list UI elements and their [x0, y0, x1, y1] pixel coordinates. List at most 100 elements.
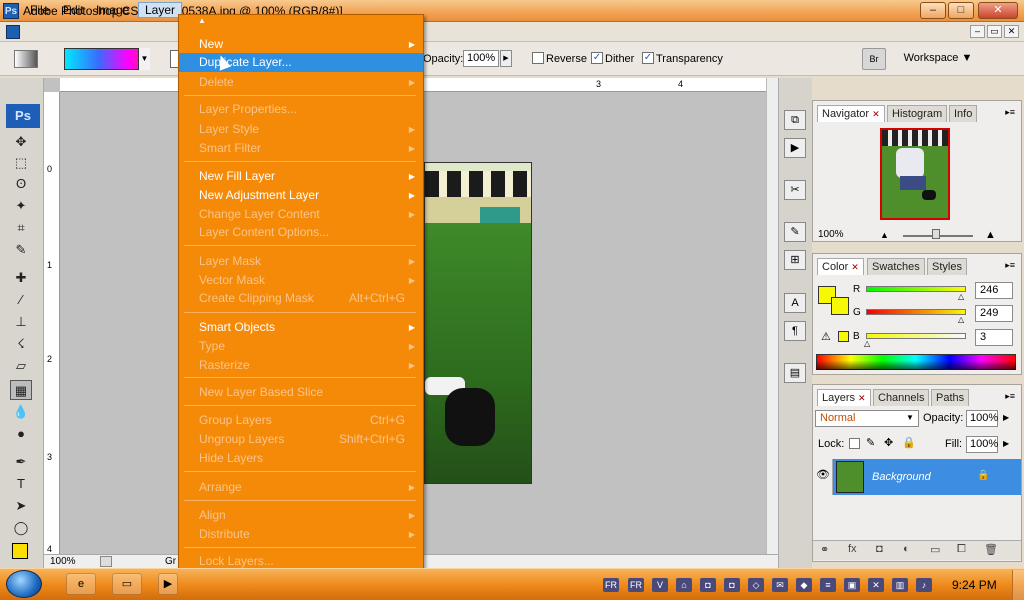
taskbar-clock[interactable]: 9:24 PM — [952, 578, 997, 592]
tab-histogram[interactable]: Histogram — [887, 105, 948, 122]
eraser-tool-icon[interactable]: ▱ — [10, 356, 32, 376]
network-icon[interactable]: ▥ — [892, 578, 908, 592]
lock-transparent-icon[interactable] — [849, 438, 860, 449]
document-image[interactable] — [424, 162, 532, 484]
lock-all-icon[interactable]: 🔒 — [902, 436, 916, 449]
foreground-color-swatch[interactable] — [12, 543, 28, 559]
tray-app-icon[interactable]: FR — [603, 578, 619, 592]
chevron-right-icon[interactable]: ▶ — [1003, 413, 1009, 422]
tab-navigator[interactable]: Navigator ✕ — [817, 105, 885, 122]
lasso-tool-icon[interactable]: ʘ — [10, 174, 32, 194]
actions-panel-icon[interactable]: ▶ — [784, 138, 806, 158]
bridge-icon[interactable]: Br — [862, 48, 886, 70]
path-selection-tool-icon[interactable]: ➤ — [10, 496, 32, 516]
tray-app-icon[interactable]: ▣ — [844, 578, 860, 592]
navigator-zoom-value[interactable]: 100% — [818, 229, 844, 240]
marquee-tool-icon[interactable]: ⬚ — [10, 153, 32, 173]
show-desktop-button[interactable] — [1012, 570, 1024, 600]
menu-item-layer-content-options[interactable]: Layer Content Options... — [179, 223, 423, 242]
new-group-icon[interactable]: ▭ — [930, 543, 940, 556]
layer-comps-icon[interactable]: ▤ — [784, 363, 806, 383]
brushes-panel-icon[interactable]: ✎ — [784, 222, 806, 242]
link-layers-icon[interactable]: ⚭ — [820, 543, 829, 556]
transparency-checkbox[interactable]: ✓ — [642, 52, 654, 64]
document-icon[interactable] — [6, 25, 20, 39]
vertical-scrollbar[interactable] — [766, 78, 778, 554]
chevron-down-icon[interactable]: ▼ — [138, 48, 150, 70]
menu-scroll-up-icon[interactable]: ▲ — [198, 16, 206, 25]
tab-paths[interactable]: Paths — [931, 389, 970, 406]
eye-icon[interactable]: 👁 — [815, 467, 831, 483]
ellipse-tool-icon[interactable]: ◯ — [10, 518, 32, 538]
red-value-input[interactable]: 246 — [975, 282, 1013, 299]
minimize-button[interactable]: – — [920, 2, 946, 19]
adjustment-layer-icon[interactable]: ◐ — [903, 543, 910, 555]
tab-info[interactable]: Info — [949, 105, 978, 122]
eyedropper-tool-icon[interactable]: ✎ — [10, 240, 32, 260]
tray-app-icon[interactable]: V — [652, 578, 668, 592]
background-color-swatch[interactable] — [831, 297, 849, 315]
menu-item-create-clipping-mask[interactable]: Create Clipping Mask Alt+Ctrl+G — [179, 289, 423, 308]
chevron-down-icon[interactable]: ▼ — [906, 413, 914, 422]
lock-image-icon[interactable]: ✎ — [866, 436, 875, 449]
trash-icon[interactable]: 🗑 — [984, 543, 998, 556]
slider-marker[interactable]: △ — [864, 339, 870, 348]
navigator-thumbnail[interactable] — [880, 128, 950, 220]
menu-item-align[interactable]: Align ▶ — [179, 506, 423, 525]
tab-styles[interactable]: Styles — [927, 258, 967, 275]
status-menu-icon[interactable] — [100, 556, 112, 567]
brush-tool-icon[interactable]: ∕ — [10, 290, 32, 310]
menu-item-layer-style[interactable]: Layer Style ▶ — [179, 120, 423, 139]
warning-icon[interactable]: ⚠ — [821, 330, 831, 343]
menu-item-new-layer-based-slice[interactable]: New Layer Based Slice — [179, 383, 423, 402]
layer-name[interactable]: Background — [872, 471, 931, 483]
blue-value-input[interactable]: 3 — [975, 329, 1013, 346]
menu-item-vector-mask[interactable]: Vector Mask ▶ — [179, 271, 423, 290]
history-panel-icon[interactable]: ⧉ — [784, 110, 806, 130]
slider-marker[interactable]: △ — [958, 292, 964, 301]
menu-item-rasterize[interactable]: Rasterize ▶ — [179, 356, 423, 375]
red-slider[interactable] — [866, 286, 966, 292]
ie-taskbar-icon[interactable]: e — [66, 573, 96, 595]
zoom-level[interactable]: 100% — [50, 556, 76, 567]
menu-edit[interactable]: Edit — [57, 2, 90, 18]
blue-slider[interactable] — [866, 333, 966, 339]
start-button[interactable] — [6, 570, 42, 598]
volume-icon[interactable]: ♪ — [916, 578, 932, 592]
blur-tool-icon[interactable]: 💧 — [10, 402, 32, 422]
fx-icon[interactable]: fx — [848, 543, 857, 555]
menu-item-arrange[interactable]: Arrange ▶ — [179, 478, 423, 497]
paragraph-panel-icon[interactable]: ¶ — [784, 321, 806, 341]
menu-item-smart-objects[interactable]: Smart Objects ▶ — [179, 318, 423, 337]
crop-tool-icon[interactable]: ⌗ — [10, 218, 32, 238]
menu-item-delete[interactable]: Delete ▶ — [179, 73, 423, 92]
tray-app-icon[interactable]: ◆ — [796, 578, 812, 592]
menu-item-distribute[interactable]: Distribute ▶ — [179, 525, 423, 544]
menu-item-new-fill-layer[interactable]: New Fill Layer ▶ — [179, 167, 423, 186]
menu-item-layer-properties[interactable]: Layer Properties... — [179, 100, 423, 119]
tray-app-icon[interactable]: ◘ — [700, 578, 716, 592]
tab-layers[interactable]: Layers ✕ — [817, 389, 871, 406]
tab-color[interactable]: Color ✕ — [817, 258, 864, 275]
add-mask-icon[interactable]: ◘ — [876, 543, 883, 555]
move-tool-icon[interactable]: ✥ — [10, 132, 32, 152]
tab-channels[interactable]: Channels — [873, 389, 930, 406]
blend-mode-select[interactable]: Normal — [815, 410, 919, 427]
dodge-tool-icon[interactable]: ● — [10, 424, 32, 444]
clone-stamp-tool-icon[interactable]: ⊥ — [10, 312, 32, 332]
doc-minimize-button[interactable]: – — [970, 25, 985, 38]
tray-app-icon[interactable]: ◘ — [724, 578, 740, 592]
layer-thumbnail[interactable] — [836, 461, 864, 493]
menu-item-ungroup-layers[interactable]: Ungroup Layers Shift+Ctrl+G — [179, 430, 423, 449]
layer-opacity-input[interactable]: 100% — [966, 410, 998, 427]
tab-swatches[interactable]: Swatches — [867, 258, 925, 275]
tool-presets-icon[interactable]: ✂ — [784, 180, 806, 200]
zoom-out-icon[interactable]: ▲ — [880, 230, 889, 240]
panel-menu-icon[interactable]: ▸≡ — [1005, 260, 1015, 271]
tray-app-icon[interactable]: ✉ — [772, 578, 788, 592]
menu-image[interactable]: Image — [90, 2, 135, 18]
magic-wand-tool-icon[interactable]: ✦ — [10, 196, 32, 216]
media-taskbar-icon[interactable]: ▶ — [158, 573, 178, 595]
zoom-in-icon[interactable]: ▲ — [985, 229, 996, 241]
menu-file[interactable]: File — [24, 2, 55, 18]
